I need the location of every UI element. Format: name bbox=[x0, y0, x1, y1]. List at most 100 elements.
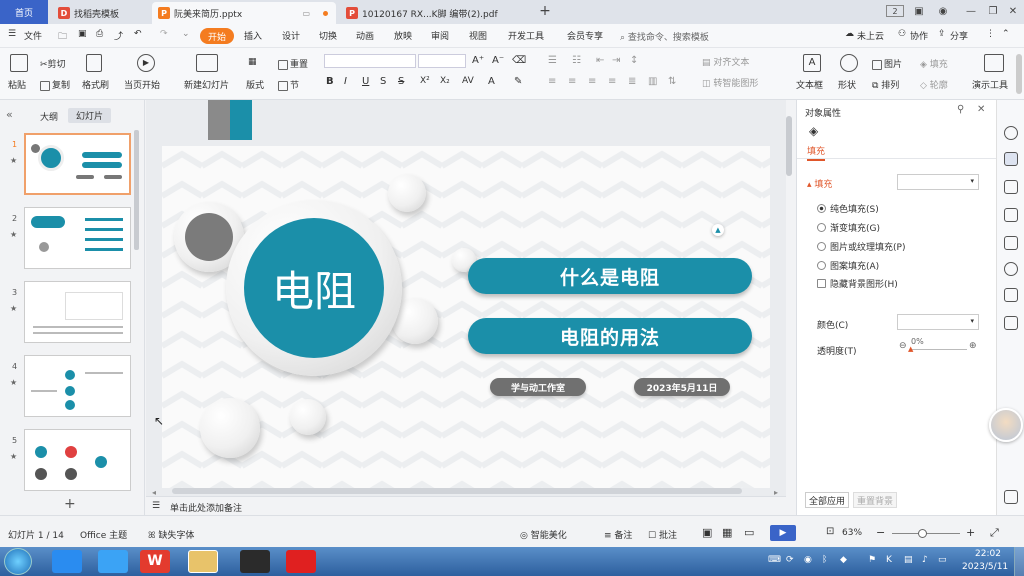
redo-icon[interactable]: ↷ bbox=[160, 29, 168, 39]
fill-color-dropdown[interactable]: ▾ bbox=[897, 174, 979, 190]
new-tab-icon[interactable]: + bbox=[536, 2, 554, 20]
slides-tab[interactable]: 幻灯片 bbox=[68, 108, 112, 123]
cloud-status[interactable]: 未上云 bbox=[857, 29, 884, 42]
help-icon[interactable] bbox=[1004, 316, 1018, 330]
columns-icon[interactable]: ▥ bbox=[648, 76, 657, 87]
show-desktop-button[interactable] bbox=[1014, 547, 1024, 576]
collapse-panel-icon[interactable]: « bbox=[6, 108, 13, 121]
font-family-select[interactable] bbox=[324, 54, 416, 68]
zoom-slider-knob[interactable] bbox=[918, 529, 927, 538]
highlight-icon[interactable]: ✎ bbox=[514, 76, 522, 87]
gradient-fill-radio[interactable]: 渐变填充(G) bbox=[817, 221, 880, 234]
tab-home[interactable]: 首页 bbox=[0, 0, 48, 24]
slide-thumbnail-2[interactable] bbox=[24, 207, 131, 269]
reset-button[interactable]: 重置 bbox=[278, 57, 308, 70]
menu-developer[interactable]: 开发工具 bbox=[508, 29, 544, 42]
textbox-button[interactable]: 文本框 bbox=[796, 78, 823, 91]
tab-templates[interactable]: D 找稻壳模板 bbox=[52, 2, 150, 24]
export-icon[interactable]: ⤴ bbox=[114, 29, 123, 42]
theme-name[interactable]: Office 主题 bbox=[80, 528, 127, 541]
tab-pdf[interactable]: P 10120167 RX...K脚 编带(2).pdf bbox=[340, 2, 528, 24]
properties-title[interactable]: 对象属性 bbox=[805, 106, 841, 119]
format-painter-button[interactable]: 格式刷 bbox=[82, 78, 109, 91]
menu-file[interactable]: 文件 bbox=[24, 29, 42, 42]
collapse-ribbon-icon[interactable]: ⌃ bbox=[1002, 29, 1010, 39]
transparency-slider[interactable]: ▲ bbox=[908, 345, 967, 353]
comments-toggle[interactable]: ☐ 批注 bbox=[648, 528, 677, 541]
settings-icon[interactable] bbox=[1004, 490, 1018, 504]
location-icon[interactable] bbox=[1004, 262, 1018, 276]
copy-button[interactable]: 复制 bbox=[40, 78, 70, 91]
reset-background-button[interactable]: 重置背景 bbox=[853, 492, 897, 508]
cloud-icon[interactable]: ☁ bbox=[845, 29, 854, 39]
outdent-icon[interactable]: ⇤ bbox=[596, 55, 604, 66]
bullet-list-icon[interactable]: ☰ bbox=[548, 55, 557, 66]
picture-fill-radio[interactable]: 图片或纹理填充(P) bbox=[817, 240, 905, 253]
distribute-icon[interactable]: ≣ bbox=[628, 76, 636, 87]
open-folder-icon[interactable]: 🗀 bbox=[58, 29, 67, 45]
cut-button[interactable]: ✂剪切 bbox=[40, 57, 66, 70]
window-icon[interactable]: ▭ bbox=[302, 9, 310, 18]
smart-beautify[interactable]: ◎ 智能美化 bbox=[520, 528, 567, 541]
decrease-font-icon[interactable]: A⁻ bbox=[492, 55, 504, 66]
font-size-select[interactable] bbox=[418, 54, 466, 68]
outline-tab[interactable]: 大纲 bbox=[40, 110, 58, 123]
play-icon[interactable]: ▶ bbox=[137, 54, 155, 72]
zoom-in-icon[interactable]: + bbox=[966, 526, 975, 539]
tray-bluetooth-icon[interactable]: ᛒ bbox=[822, 555, 827, 565]
subscript-icon[interactable]: X₂ bbox=[440, 76, 450, 86]
undo-icon[interactable]: ↶ bbox=[134, 29, 142, 39]
baidu-netdisk-icon[interactable] bbox=[52, 550, 82, 573]
fit-window-icon[interactable]: ⊡ bbox=[826, 526, 834, 537]
line-spacing-icon[interactable]: ↕ bbox=[630, 55, 638, 66]
reading-view-icon[interactable]: ▭ bbox=[744, 526, 754, 539]
zoom-out-icon[interactable]: − bbox=[876, 526, 885, 539]
layout-icon[interactable]: ▦ bbox=[248, 57, 257, 67]
pin-icon[interactable]: ⚲ bbox=[957, 104, 964, 115]
share-button[interactable]: 分享 bbox=[950, 29, 968, 42]
ribbon-scrollbar[interactable] bbox=[1016, 54, 1022, 94]
presenter-tools-button[interactable]: 演示工具 bbox=[972, 78, 1008, 91]
transparency-increase-icon[interactable]: ⊕ bbox=[969, 341, 977, 351]
restore-icon[interactable]: ❐ bbox=[984, 2, 1002, 20]
shape-button[interactable]: 形状 bbox=[838, 78, 856, 91]
normal-view-icon[interactable]: ▣ bbox=[702, 526, 712, 539]
paste-icon[interactable] bbox=[10, 54, 28, 72]
picture-button[interactable]: 图片 bbox=[872, 57, 902, 70]
canvas-hscrollbar[interactable] bbox=[172, 488, 742, 494]
menu-transition[interactable]: 切换 bbox=[319, 29, 337, 42]
unsaved-dot-icon[interactable] bbox=[323, 10, 328, 16]
shadow-icon[interactable]: S bbox=[380, 76, 386, 87]
clock-date[interactable]: 2023/5/11 bbox=[962, 562, 1008, 572]
select-icon[interactable] bbox=[1004, 180, 1018, 194]
format-painter-icon[interactable] bbox=[86, 54, 102, 72]
slide[interactable]: 电阻 什么是电阻 电阻的用法 学与动工作室 2023年5月11日 ▲ bbox=[162, 146, 770, 488]
fill-button[interactable]: ◈ 填充 bbox=[920, 57, 948, 70]
align-text-button[interactable]: ▤ 对齐文本 bbox=[702, 55, 749, 68]
presenter-tools-icon[interactable] bbox=[984, 54, 1004, 72]
page-count-icon[interactable]: 2 bbox=[886, 5, 904, 17]
close-panel-icon[interactable]: ✕ bbox=[977, 104, 985, 115]
new-slide-icon[interactable] bbox=[196, 54, 218, 72]
slide-thumbnail-5[interactable] bbox=[24, 429, 131, 491]
slide-thumbnail-3[interactable] bbox=[24, 281, 131, 343]
font-color-icon[interactable]: A bbox=[488, 76, 495, 87]
menu-design[interactable]: 设计 bbox=[282, 29, 300, 42]
properties-toggle-icon[interactable] bbox=[1004, 152, 1018, 166]
tray-input-icon[interactable]: K bbox=[886, 555, 892, 565]
zoom-slider[interactable] bbox=[892, 529, 960, 538]
textbox-icon[interactable]: A bbox=[803, 54, 821, 72]
zoom-level[interactable]: 63% bbox=[842, 528, 862, 538]
menu-slideshow[interactable]: 放映 bbox=[394, 29, 412, 42]
collab-button[interactable]: 协作 bbox=[910, 29, 928, 42]
numbered-list-icon[interactable]: ☷ bbox=[572, 55, 581, 66]
minimize-icon[interactable]: — bbox=[962, 2, 980, 20]
transparency-decrease-icon[interactable]: ⊖ bbox=[899, 341, 907, 351]
justify-icon[interactable]: ≡ bbox=[608, 76, 616, 87]
menu-view[interactable]: 视图 bbox=[469, 29, 487, 42]
missing-font[interactable]: ꕤ 缺失字体 bbox=[148, 528, 194, 541]
text-direction-icon[interactable]: ⇅ bbox=[668, 76, 676, 87]
explorer-icon[interactable] bbox=[188, 550, 218, 573]
underline-icon[interactable]: U bbox=[362, 76, 369, 87]
fullscreen-icon[interactable]: ▣ bbox=[910, 2, 928, 20]
